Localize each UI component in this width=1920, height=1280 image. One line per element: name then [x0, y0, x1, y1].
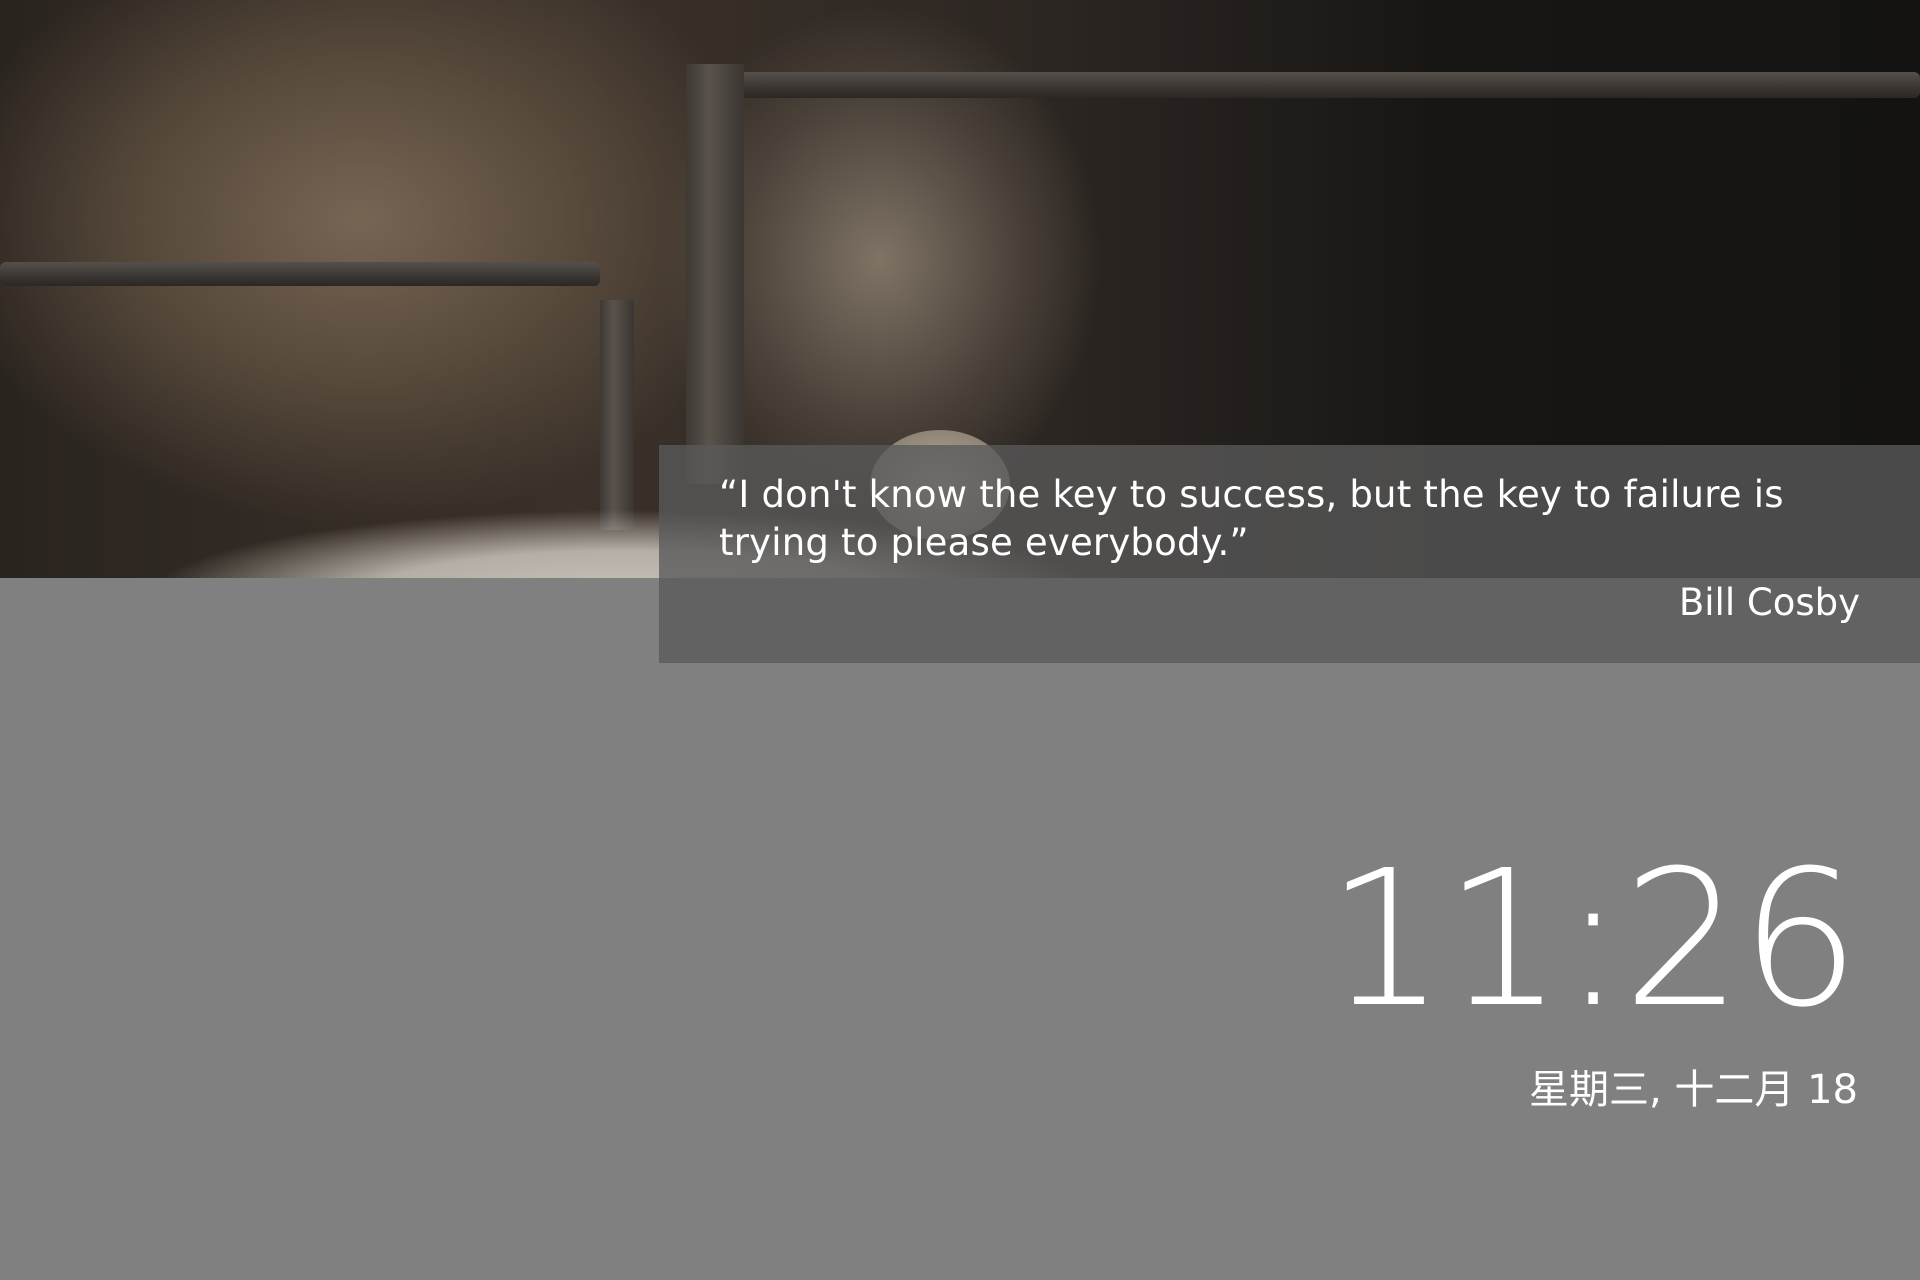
quote-text: “I don't know the key to success, but th… [719, 473, 1784, 564]
fence-rail-middle [0, 262, 600, 286]
clock-date: 星期三, 十二月 18 [1528, 1067, 1858, 1113]
lock-screen[interactable]: “I don't know the key to success, but th… [0, 0, 1920, 1280]
quote-author: Bill Cosby [1678, 581, 1860, 624]
clock-time: 11:26 [1326, 830, 1860, 1049]
fence-rail-top [740, 72, 1920, 98]
quote-panel: “I don't know the key to success, but th… [659, 445, 1920, 663]
fence-post [686, 64, 744, 484]
